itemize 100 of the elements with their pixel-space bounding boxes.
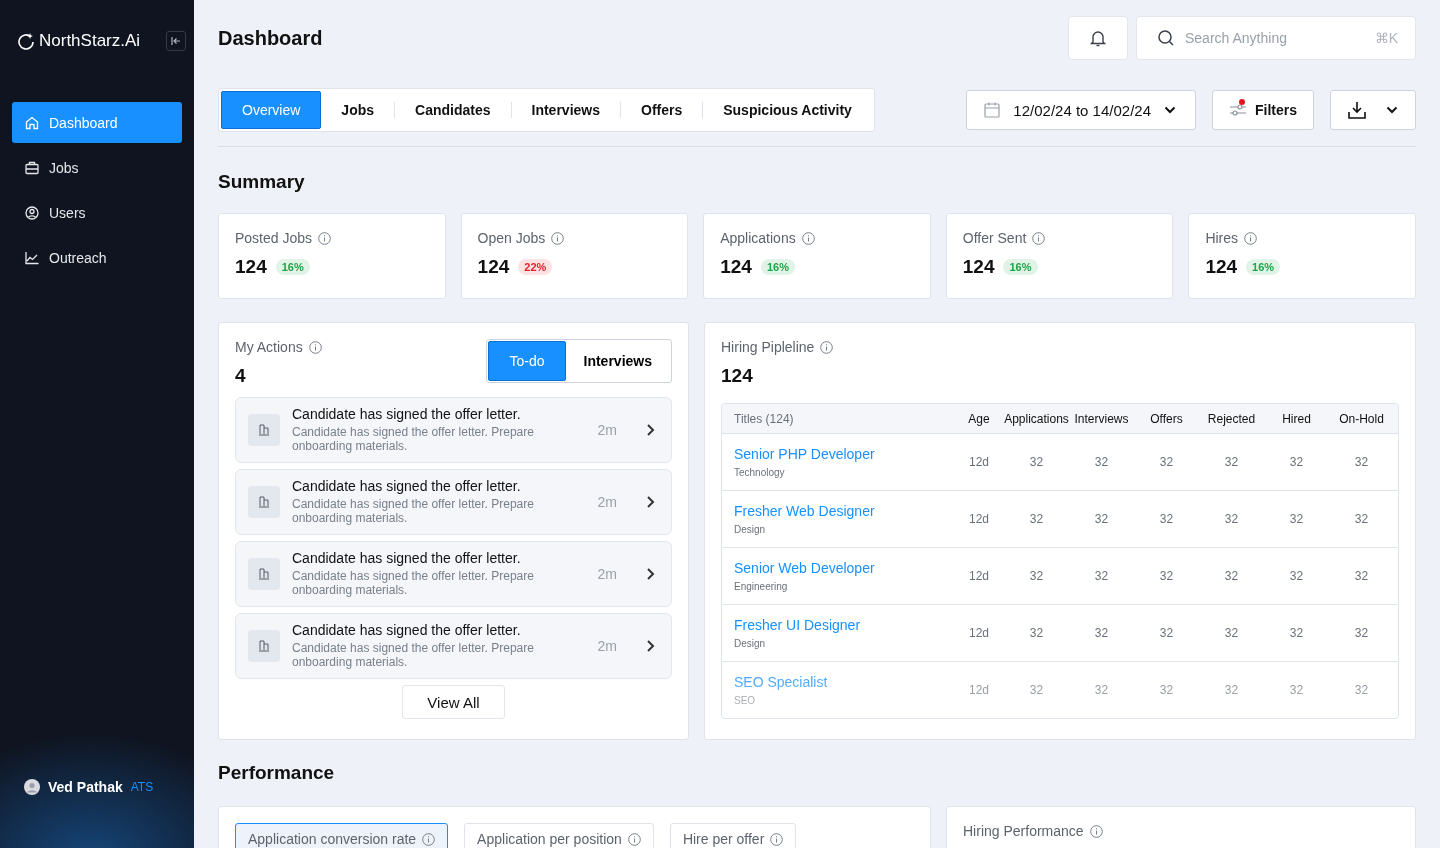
table-cell-text: 12d bbox=[968, 569, 990, 583]
collapse-icon bbox=[171, 36, 181, 46]
table-cell-text: 32 bbox=[1353, 569, 1370, 583]
home-icon bbox=[24, 114, 40, 131]
download-button[interactable] bbox=[1330, 90, 1416, 130]
change-badge: 16% bbox=[1246, 259, 1281, 275]
stat-label: Applications bbox=[720, 230, 796, 246]
section-title: Summary bbox=[218, 171, 306, 193]
tab[interactable]: Offers bbox=[621, 91, 703, 129]
calendar-icon bbox=[983, 101, 1002, 119]
card-title: Hiring Performance bbox=[963, 823, 1084, 839]
job-department: Design bbox=[734, 524, 767, 535]
table-cell-text: 12d bbox=[968, 626, 990, 640]
table-cell-text: 32 bbox=[1093, 455, 1110, 469]
table-cell-text: 32 bbox=[1288, 455, 1305, 469]
column-header: Applications bbox=[1004, 411, 1069, 426]
chevron-right-icon bbox=[645, 423, 655, 437]
table-cell-text: 32 bbox=[1093, 569, 1110, 583]
sliders-icon bbox=[1229, 103, 1247, 117]
table-cell-text: 32 bbox=[1093, 626, 1110, 640]
action-time: 2m bbox=[597, 422, 617, 438]
info-icon bbox=[1089, 824, 1103, 838]
column-header: Age bbox=[967, 411, 991, 426]
sidebar-item[interactable]: Jobs bbox=[12, 147, 182, 188]
action-description: Candidate has signed the offer letter. Prepare onboarding materials. bbox=[292, 498, 535, 526]
user-icon bbox=[24, 204, 40, 221]
search-icon bbox=[1156, 28, 1176, 48]
table-cell-text: 32 bbox=[1028, 512, 1045, 526]
brand-name: NorthStarz.Ai bbox=[39, 31, 142, 51]
table-cell-text: 32 bbox=[1288, 569, 1305, 583]
tab[interactable]: Suspicious Activity bbox=[703, 91, 872, 129]
action-item[interactable]: Candidate has signed the offer letter. Candidate has signed the offer letter. Prepare onboarding materials. 2m bbox=[235, 397, 672, 463]
table-cell-text: 32 bbox=[1028, 569, 1045, 583]
stat-label: Offer Sent bbox=[962, 230, 1027, 246]
tab[interactable]: Interviews bbox=[511, 91, 620, 129]
action-item[interactable]: Candidate has signed the offer letter. Candidate has signed the offer letter. Prepare onboarding materials. 2m bbox=[235, 541, 672, 607]
stat-value: 124 bbox=[1205, 256, 1238, 278]
info-icon bbox=[551, 231, 565, 245]
sidebar-item[interactable]: Outreach bbox=[12, 237, 182, 278]
briefcase-icon bbox=[24, 159, 40, 176]
tab[interactable]: Candidates bbox=[395, 91, 511, 129]
table-cell-text: 32 bbox=[1223, 569, 1240, 583]
page-title: Dashboard bbox=[218, 26, 324, 50]
table-cell-text: 32 bbox=[1353, 455, 1370, 469]
date-range-picker[interactable]: 12/02/24 to 14/02/24 bbox=[966, 90, 1196, 130]
table-cell-text: 32 bbox=[1223, 512, 1240, 526]
sidebar-item[interactable]: Users bbox=[12, 192, 182, 233]
table-cell-text: 32 bbox=[1288, 512, 1305, 526]
column-header: Titles (124) bbox=[734, 411, 795, 426]
bell-icon bbox=[1088, 28, 1108, 48]
table-cell-text: 32 bbox=[1223, 626, 1240, 640]
action-title: Candidate has signed the offer letter. bbox=[292, 622, 522, 639]
action-item[interactable]: Candidate has signed the offer letter. Candidate has signed the offer letter. Prepare onboarding materials. 2m bbox=[235, 469, 672, 535]
action-title: Candidate has signed the offer letter. bbox=[292, 478, 522, 495]
change-badge: 16% bbox=[760, 259, 795, 275]
tab[interactable]: Jobs bbox=[321, 91, 395, 129]
column-header: Rejected bbox=[1206, 411, 1257, 426]
info-icon bbox=[422, 832, 436, 846]
action-time: 2m bbox=[597, 494, 617, 510]
action-time: 2m bbox=[597, 566, 617, 582]
stat-label: Open Jobs bbox=[477, 230, 546, 246]
stat-value: 124 bbox=[962, 256, 995, 278]
chevron-right-icon bbox=[645, 639, 655, 653]
building-icon bbox=[248, 414, 280, 446]
stat-label: Hires bbox=[1205, 230, 1239, 246]
user-name: Ved Pathak bbox=[48, 779, 123, 795]
metric-tab[interactable]: Hire per offer bbox=[669, 823, 797, 848]
info-icon bbox=[1244, 231, 1258, 245]
column-header: Interviews bbox=[1073, 411, 1130, 426]
view-all-button[interactable]: View All bbox=[402, 685, 505, 719]
job-department: Technology bbox=[734, 467, 786, 478]
change-badge: 16% bbox=[275, 259, 310, 275]
action-item[interactable]: Candidate has signed the offer letter. Candidate has signed the offer letter. Prepare onboarding materials. 2m bbox=[235, 613, 672, 679]
table-cell-text: 12d bbox=[968, 512, 990, 526]
user-tag: ATS bbox=[130, 780, 154, 794]
info-icon bbox=[770, 832, 784, 846]
change-badge: 16% bbox=[1003, 259, 1038, 275]
logo-icon bbox=[17, 32, 35, 50]
collapse-sidebar-button[interactable] bbox=[166, 31, 186, 51]
table-cell-text: 32 bbox=[1093, 512, 1110, 526]
action-title: Candidate has signed the offer letter. bbox=[292, 406, 522, 423]
info-icon bbox=[1032, 231, 1046, 245]
action-description: Candidate has signed the offer letter. Prepare onboarding materials. bbox=[292, 570, 535, 598]
chart-icon bbox=[24, 249, 40, 266]
column-header: Hired bbox=[1281, 411, 1312, 426]
table-cell-text: 32 bbox=[1028, 626, 1045, 640]
job-department: Engineering bbox=[734, 581, 789, 592]
stat-label: Posted Jobs bbox=[235, 230, 313, 246]
metric-tab[interactable]: Application per position bbox=[464, 823, 654, 848]
metric-tab[interactable]: Application conversion rate bbox=[235, 823, 449, 848]
stat-value: 124 bbox=[477, 256, 510, 278]
chevron-right-icon bbox=[645, 567, 655, 581]
filters-button[interactable]: Filters bbox=[1212, 90, 1314, 130]
table-cell-text: 32 bbox=[1288, 626, 1305, 640]
shortcut-hint: ⌘K bbox=[1374, 30, 1398, 46]
info-icon bbox=[308, 340, 322, 354]
info-icon bbox=[627, 832, 641, 846]
notifications-button[interactable] bbox=[1068, 16, 1128, 60]
table-cell-text: 32 bbox=[1223, 455, 1240, 469]
building-icon bbox=[248, 558, 280, 590]
